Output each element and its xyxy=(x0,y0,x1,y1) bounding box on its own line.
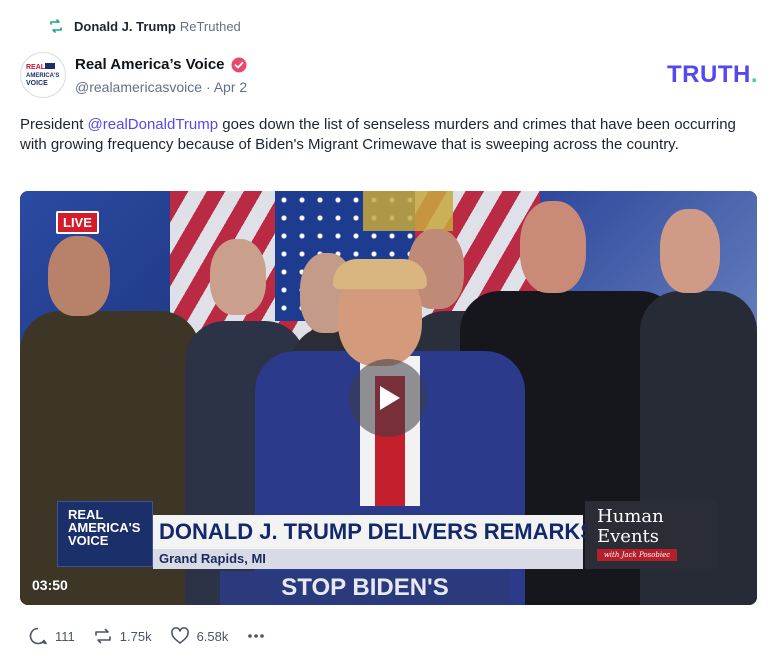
lower-third-banner: REAL AMERICA'S VOICE DONALD J. TRUMP DEL… xyxy=(57,501,717,569)
partner-logo: Human Events with Jack Posobiec xyxy=(585,501,717,569)
banner-location: Grand Rapids, MI xyxy=(153,549,583,569)
post-actions: 111 1.75k 6.58k xyxy=(28,626,266,646)
video-duration: 03:50 xyxy=(32,577,68,593)
svg-text:REAL: REAL xyxy=(26,64,46,71)
svg-text:VOICE: VOICE xyxy=(26,80,48,87)
like-button[interactable]: 6.58k xyxy=(170,626,229,646)
live-badge: LIVE xyxy=(56,211,99,234)
avatar[interactable]: REAL AMERICA'S VOICE xyxy=(20,52,66,98)
post-date[interactable]: Apr 2 xyxy=(214,79,247,95)
retruth-icon xyxy=(94,628,111,644)
podium-sign: STOP BIDEN'S xyxy=(220,571,510,605)
video-player[interactable]: LIVE REAL AMERICA'S VOICE DONALD J. TRUM… xyxy=(20,191,757,605)
post-text: President @realDonaldTrump goes down the… xyxy=(20,115,758,155)
speaker-hair xyxy=(333,259,427,289)
verified-badge-icon xyxy=(231,57,247,72)
truth-logo-text: TRUTH xyxy=(667,61,751,88)
like-count: 6.58k xyxy=(196,628,229,644)
meta-separator: · xyxy=(205,79,214,95)
retruth-icon xyxy=(50,19,62,33)
background-flag-gold xyxy=(363,191,453,231)
partner-logo-line2: Events xyxy=(597,526,660,547)
author-meta: @realamericasvoice · Apr 2 xyxy=(75,79,247,95)
author-handle[interactable]: @realamericasvoice xyxy=(75,79,202,95)
post-text-before: President xyxy=(20,116,88,133)
retruth-label: ReTruthed xyxy=(179,18,241,34)
truth-logo[interactable]: TRUTH. xyxy=(667,61,758,89)
more-icon xyxy=(248,634,265,638)
truth-logo-dot: . xyxy=(750,61,758,88)
play-icon xyxy=(380,386,400,410)
network-logo: REAL AMERICA'S VOICE xyxy=(57,501,153,567)
play-button[interactable] xyxy=(349,359,427,437)
avatar-logo-icon: REAL AMERICA'S VOICE xyxy=(26,63,59,87)
mention-link[interactable]: @realDonaldTrump xyxy=(88,116,219,133)
reply-icon xyxy=(29,627,47,645)
author-name-text[interactable]: Real America’s Voice xyxy=(75,56,225,73)
retruth-button[interactable]: 1.75k xyxy=(93,626,152,646)
partner-tag: with Jack Posobiec xyxy=(597,549,677,561)
author-name[interactable]: Real America’s Voice xyxy=(75,56,247,73)
retruth-count: 1.75k xyxy=(119,628,152,644)
more-button[interactable] xyxy=(246,626,266,646)
reply-button[interactable]: 111 xyxy=(28,626,75,646)
banner-headline: DONALD J. TRUMP DELIVERS REMARKS xyxy=(153,515,595,549)
retruth-bar: Donald J. Trump ReTruthed xyxy=(48,18,241,34)
post-header: REAL AMERICA'S VOICE Real America’s Voic… xyxy=(20,52,758,100)
partner-logo-line1: Human xyxy=(597,506,664,527)
heart-icon xyxy=(170,627,189,644)
svg-text:AMERICA'S: AMERICA'S xyxy=(26,73,59,79)
reply-count: 111 xyxy=(55,628,75,644)
retruth-user-link[interactable]: Donald J. Trump xyxy=(74,19,176,34)
